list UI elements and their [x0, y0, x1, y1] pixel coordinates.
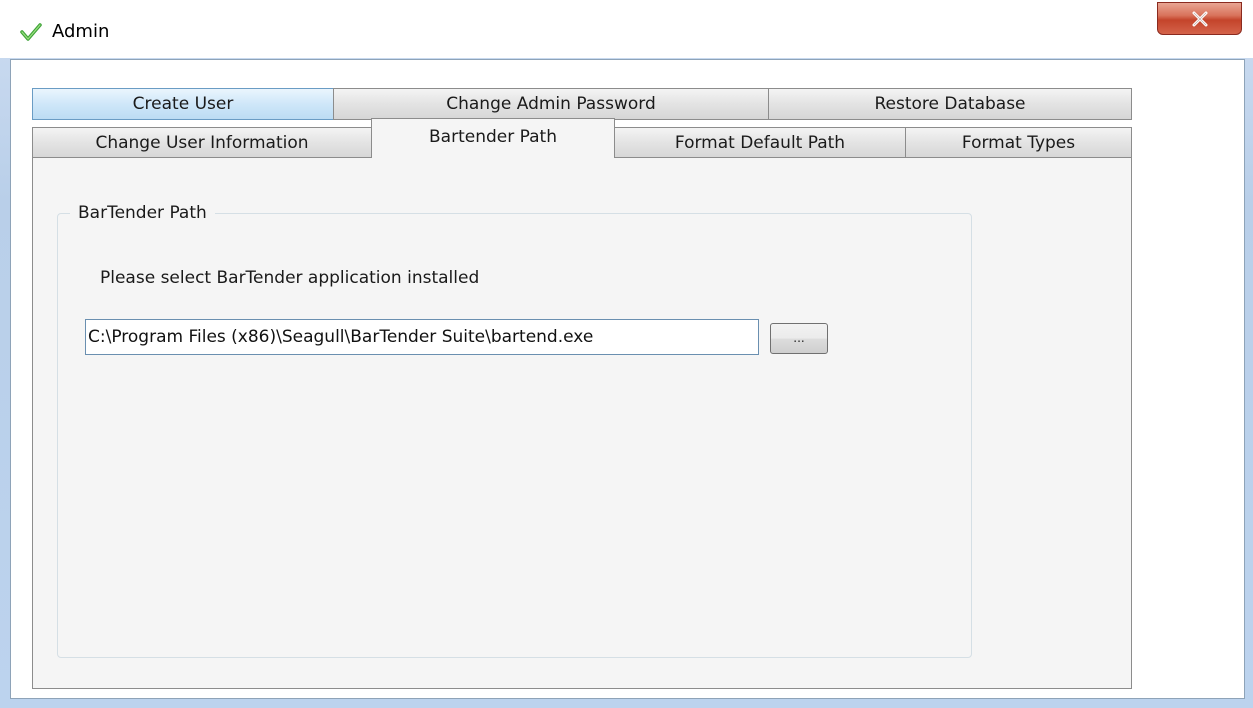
title-bar: Admin: [0, 0, 1253, 58]
groupbox-title: BarTender Path: [70, 203, 215, 223]
tab-label: Bartender Path: [429, 127, 557, 147]
tab-label: Create User: [132, 94, 234, 114]
tab-create-user[interactable]: Create User: [32, 88, 334, 120]
tab-label: Format Default Path: [674, 133, 846, 153]
tab-label: Change Admin Password: [446, 94, 656, 114]
tab-format-default-path[interactable]: Format Default Path: [614, 127, 906, 159]
window-title: Admin: [52, 21, 110, 42]
admin-window: Admin Create User Change Admin Password …: [0, 0, 1253, 708]
bartender-path-input[interactable]: [85, 319, 759, 355]
tab-change-user-information[interactable]: Change User Information: [32, 127, 372, 159]
tab-label: Format Types: [961, 133, 1076, 153]
tab-change-admin-password[interactable]: Change Admin Password: [333, 88, 769, 120]
green-checkmark-icon: [20, 22, 42, 42]
tab-format-types[interactable]: Format Types: [905, 127, 1132, 159]
tab-bartender-path[interactable]: Bartender Path: [371, 118, 615, 158]
close-button[interactable]: [1157, 2, 1242, 35]
instruction-text: Please select BarTender application inst…: [100, 268, 480, 288]
tab-restore-database[interactable]: Restore Database: [768, 88, 1132, 120]
tab-label: Restore Database: [874, 94, 1026, 114]
browse-button[interactable]: ...: [770, 323, 828, 354]
close-x-icon: [1192, 11, 1208, 27]
tab-label: Change User Information: [95, 133, 309, 153]
